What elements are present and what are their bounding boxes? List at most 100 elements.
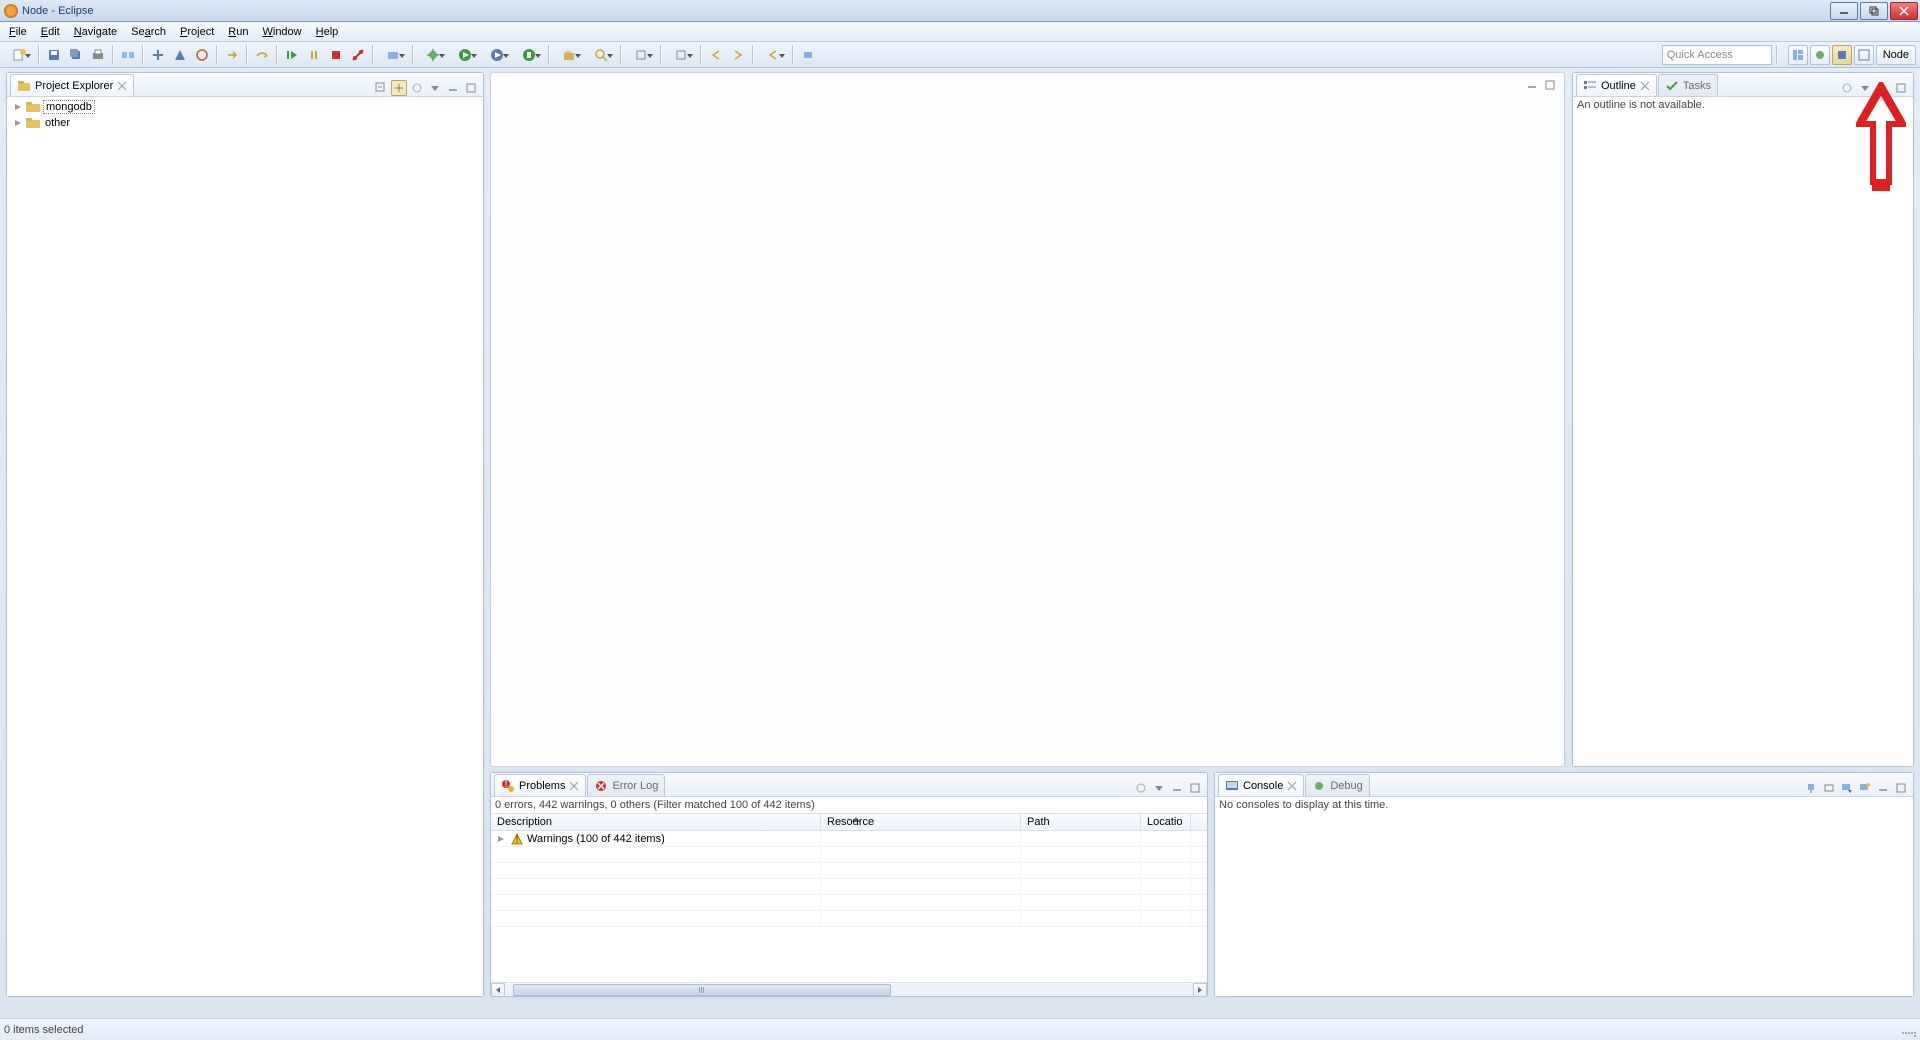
tab-label: Problems [519, 780, 565, 792]
tab-tasks[interactable]: Tasks [1658, 74, 1718, 96]
nav-back-button[interactable] [706, 45, 726, 65]
tab-project-explorer[interactable]: Project Explorer [10, 74, 134, 96]
collapse-all-button[interactable] [373, 80, 389, 96]
minimize-view-button[interactable] [1875, 80, 1891, 96]
col-path[interactable]: Path [1021, 814, 1141, 830]
minimize-button[interactable] [1830, 2, 1858, 20]
tab-errorlog[interactable]: Error Log [587, 774, 665, 796]
new-java-button[interactable] [554, 45, 584, 65]
menu-navigate[interactable]: Navigate [67, 24, 124, 40]
build-all-button[interactable] [170, 45, 190, 65]
tab-problems[interactable]: ! Problems [494, 774, 586, 796]
tree-label: other [43, 117, 72, 129]
launch-mode-button[interactable] [378, 45, 408, 65]
pin-console-button[interactable] [1803, 780, 1819, 796]
quick-access-input[interactable]: Quick Access [1662, 45, 1772, 65]
close-icon[interactable] [1640, 81, 1650, 91]
maximize-view-button[interactable] [1187, 780, 1203, 796]
resize-grip[interactable] [1902, 1023, 1916, 1037]
save-all-button[interactable] [66, 45, 86, 65]
menu-run[interactable]: Run [221, 24, 255, 40]
step-button[interactable] [222, 45, 242, 65]
menu-search[interactable]: Search [124, 24, 173, 40]
open-console-dd-button[interactable] [1839, 780, 1855, 796]
menu-file[interactable]: File [2, 24, 34, 40]
tab-outline[interactable]: Outline [1576, 74, 1657, 96]
focus-task-button[interactable] [409, 80, 425, 96]
node-perspective-button[interactable]: Node [1876, 45, 1916, 65]
view-menu-button[interactable] [427, 80, 443, 96]
close-icon[interactable] [569, 781, 579, 791]
col-location[interactable]: Locatio [1141, 814, 1191, 830]
toggle-mark-button[interactable] [192, 45, 212, 65]
col-resource[interactable]: Resource [821, 814, 1021, 830]
col-description[interactable]: Description [491, 814, 821, 830]
tab-label: Console [1243, 780, 1283, 792]
new-button[interactable] [4, 45, 34, 65]
expand-icon[interactable] [13, 102, 23, 112]
focus-button[interactable] [1839, 80, 1855, 96]
minimize-editor-button[interactable] [1524, 77, 1540, 93]
view-menu-button[interactable] [1857, 80, 1873, 96]
maximize-view-button[interactable] [1893, 780, 1909, 796]
console-panel: Console Debug No consoles to display at … [1214, 772, 1914, 997]
scroll-right-button[interactable] [1193, 983, 1207, 997]
debug-perspective-button[interactable] [1810, 45, 1830, 65]
save-button[interactable] [44, 45, 64, 65]
new-console-dd-button[interactable] [1857, 780, 1873, 796]
scroll-thumb[interactable] [513, 984, 891, 996]
tab-debug[interactable]: Debug [1305, 774, 1369, 796]
focus-button[interactable] [1133, 780, 1149, 796]
maximize-editor-button[interactable] [1542, 77, 1558, 93]
nav-forward-button[interactable] [728, 45, 748, 65]
view-menu-button[interactable] [1151, 780, 1167, 796]
minimize-view-button[interactable] [445, 80, 461, 96]
maximize-view-button[interactable] [463, 80, 479, 96]
build-button[interactable] [148, 45, 168, 65]
resume-button[interactable] [282, 45, 302, 65]
status-text: 0 items selected [4, 1024, 83, 1036]
title-bar: Node - Eclipse [0, 0, 1920, 22]
minimize-view-button[interactable] [1875, 780, 1891, 796]
pin-editor-button[interactable] [798, 45, 818, 65]
terminate-button[interactable] [326, 45, 346, 65]
tree-item-other[interactable]: other [7, 115, 483, 131]
next-annotation-button[interactable] [666, 45, 696, 65]
menu-window[interactable]: Window [255, 24, 308, 40]
suspend-button[interactable] [304, 45, 324, 65]
close-button[interactable] [1890, 2, 1918, 20]
step-over-button[interactable] [252, 45, 272, 65]
menu-help[interactable]: Help [309, 24, 346, 40]
prev-annotation-button[interactable] [626, 45, 656, 65]
open-perspective-button[interactable] [1788, 45, 1808, 65]
run-button[interactable] [450, 45, 480, 65]
minimize-view-button[interactable] [1169, 780, 1185, 796]
scroll-left-button[interactable] [491, 983, 505, 997]
java-perspective-button[interactable] [1832, 45, 1852, 65]
close-icon[interactable] [117, 81, 127, 91]
display-console-button[interactable] [1821, 780, 1837, 796]
menu-project[interactable]: Project [173, 24, 221, 40]
disconnect-button[interactable] [348, 45, 368, 65]
expand-icon[interactable] [13, 118, 23, 128]
tree-item-mongodb[interactable]: mongodb [7, 99, 483, 115]
expand-icon[interactable] [497, 835, 507, 843]
table-row[interactable]: ! Warnings (100 of 442 items) [491, 831, 1207, 847]
workspace: Project Explorer mongodb [0, 68, 1920, 1018]
debug-button[interactable] [418, 45, 448, 65]
project-tree[interactable]: mongodb other [7, 97, 483, 133]
search-button[interactable] [586, 45, 616, 65]
toggle-breadcrumb-button[interactable] [118, 45, 138, 65]
print-button[interactable] [88, 45, 108, 65]
nav-back-dd-button[interactable] [758, 45, 788, 65]
link-editor-button[interactable] [391, 80, 407, 96]
resource-perspective-button[interactable] [1854, 45, 1874, 65]
menu-edit[interactable]: Edit [34, 24, 67, 40]
maximize-button[interactable] [1860, 2, 1888, 20]
run-last-button[interactable] [482, 45, 512, 65]
horizontal-scrollbar[interactable] [491, 982, 1207, 996]
maximize-view-button[interactable] [1893, 80, 1909, 96]
tab-console[interactable]: Console [1218, 774, 1304, 796]
close-icon[interactable] [1287, 781, 1297, 791]
external-tools-button[interactable] [514, 45, 544, 65]
